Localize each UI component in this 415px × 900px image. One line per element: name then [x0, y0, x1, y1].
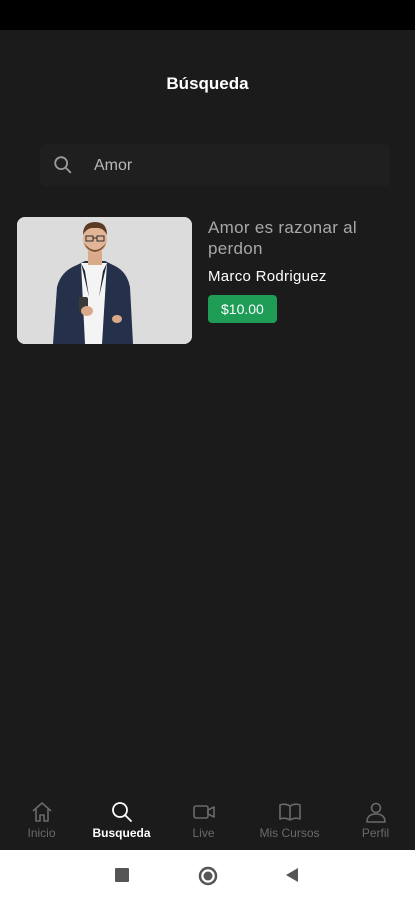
nav-item-inicio[interactable]: Inicio	[0, 790, 83, 850]
search-bar[interactable]	[40, 144, 390, 188]
system-nav-bar	[0, 850, 415, 900]
nav-item-mis-cursos[interactable]: Mis Cursos	[248, 790, 331, 850]
back-icon[interactable]	[285, 868, 299, 882]
search-icon	[111, 802, 132, 822]
course-title[interactable]: Amor es razonar al perdon	[208, 217, 393, 259]
nav-item-live[interactable]: Live	[162, 790, 245, 850]
search-input[interactable]	[92, 144, 376, 188]
app-screen: Búsqueda Amor Amor es razonar al perdon …	[0, 30, 415, 850]
search-icon	[54, 156, 72, 174]
page-title: Búsqueda	[166, 74, 249, 93]
video-camera-icon	[192, 805, 215, 819]
nav-label: Perfil	[361, 826, 390, 840]
nav-label: Live	[192, 826, 215, 840]
nav-label: Busqueda	[92, 826, 151, 840]
nav-label: Mis Cursos	[259, 826, 320, 840]
user-icon	[365, 802, 386, 823]
nav-label: Inicio	[27, 826, 56, 840]
course-thumbnail[interactable]	[17, 217, 192, 344]
course-card[interactable]: Amor es razonar al perdon Marco Rodrigue…	[17, 217, 397, 347]
bottom-nav: Inicio Busqueda Live Mis Cursos Perfil	[0, 790, 415, 850]
instructor-photo	[17, 217, 192, 344]
home-circle-icon[interactable]	[198, 866, 218, 886]
open-book-icon	[278, 803, 301, 821]
home-icon	[31, 802, 52, 822]
price-badge: $10.00	[208, 295, 277, 323]
nav-item-busqueda[interactable]: Busqueda	[80, 790, 163, 850]
status-bar	[0, 0, 415, 30]
course-instructor: Marco Rodriguez	[208, 268, 327, 285]
nav-item-perfil[interactable]: Perfil	[334, 790, 415, 850]
recent-apps-icon[interactable]	[115, 868, 129, 882]
